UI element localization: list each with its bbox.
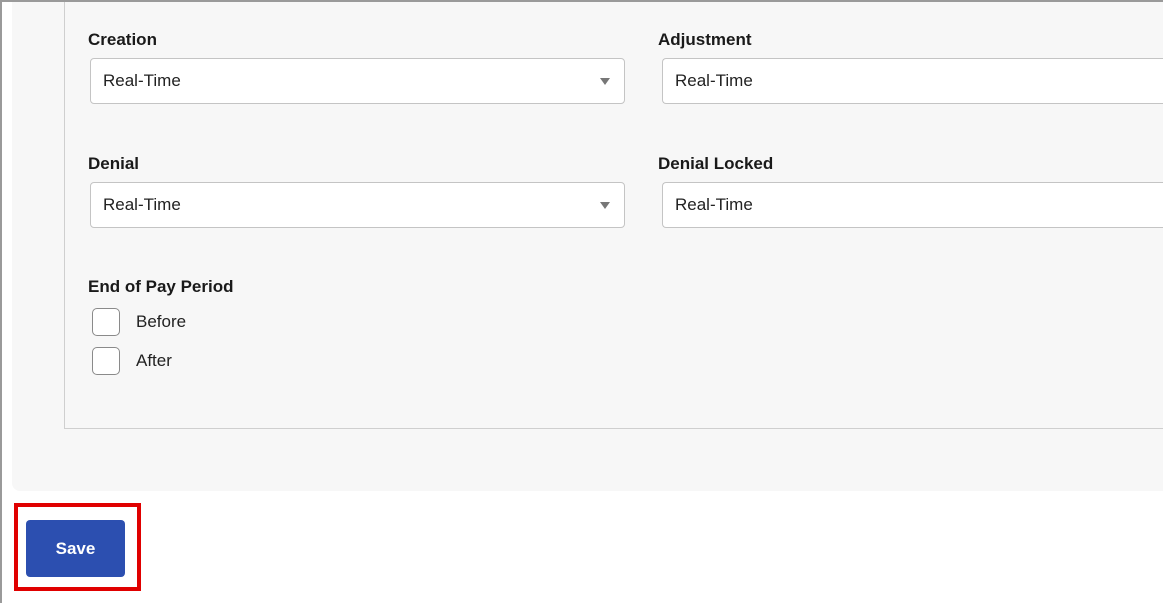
adjustment-select-value: Real-Time — [675, 71, 753, 90]
after-checkbox-label[interactable]: After — [136, 347, 172, 375]
denial-select[interactable]: Real-Time — [90, 182, 625, 228]
after-checkbox[interactable] — [92, 347, 120, 375]
creation-select[interactable]: Real-Time — [90, 58, 625, 104]
window-frame: Creation Real-Time Adjustment Real-Time … — [0, 0, 1163, 603]
creation-select-value: Real-Time — [103, 71, 181, 90]
save-button[interactable]: Save — [26, 520, 125, 577]
chevron-down-icon — [600, 78, 610, 85]
before-checkbox-label[interactable]: Before — [136, 308, 186, 336]
end-of-pay-period-label: End of Pay Period — [88, 277, 234, 296]
denial-locked-select[interactable]: Real-Time — [662, 182, 1163, 228]
denial-locked-label: Denial Locked — [658, 154, 774, 173]
adjustment-label: Adjustment — [658, 30, 752, 49]
denial-label: Denial — [88, 154, 140, 173]
creation-label: Creation — [88, 30, 157, 49]
denial-locked-select-value: Real-Time — [675, 195, 753, 214]
denial-select-value: Real-Time — [103, 195, 181, 214]
adjustment-select[interactable]: Real-Time — [662, 58, 1163, 104]
chevron-down-icon — [600, 202, 610, 209]
before-checkbox[interactable] — [92, 308, 120, 336]
